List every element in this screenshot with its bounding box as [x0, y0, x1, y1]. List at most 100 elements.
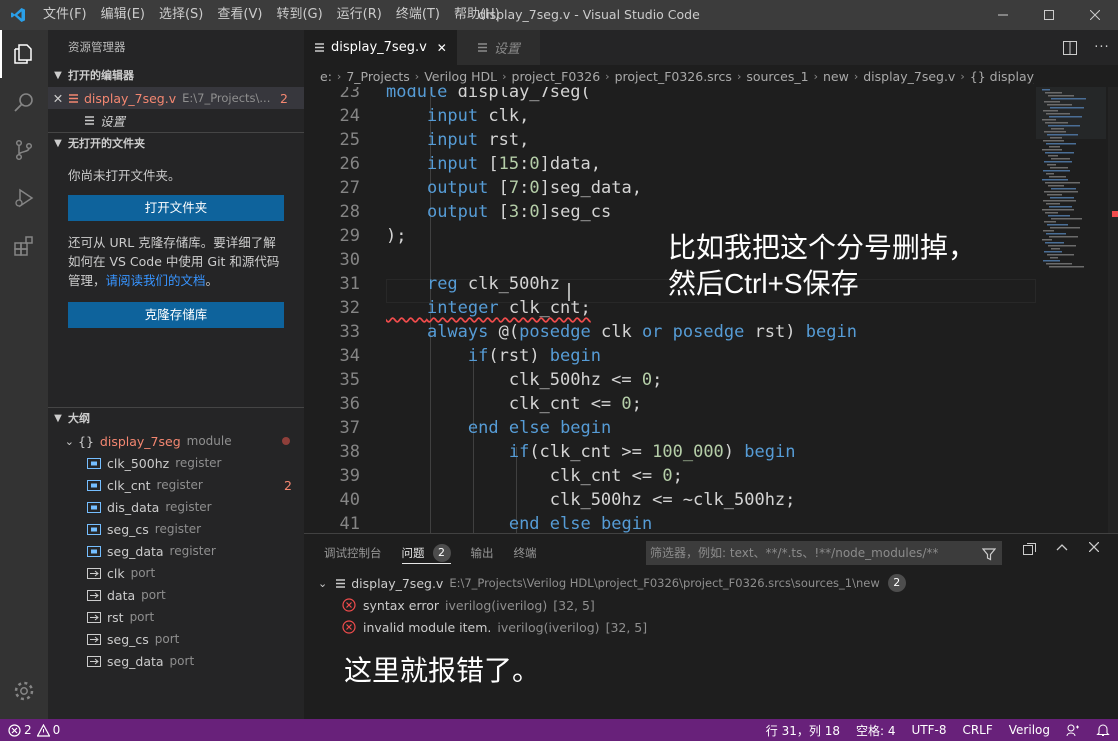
menu-item[interactable]: 帮助(H)	[447, 0, 507, 30]
outline-header[interactable]: ▼ 大纲	[48, 407, 304, 429]
minimize-icon[interactable]	[980, 0, 1026, 30]
explorer-icon[interactable]	[0, 30, 48, 78]
run-debug-icon[interactable]	[0, 174, 48, 222]
code-line[interactable]: 23 module display_7seg(	[304, 87, 1034, 104]
outline-item[interactable]: seg_cs port	[48, 628, 304, 650]
breadcrumb-item[interactable]: display_7seg.v	[863, 69, 955, 84]
manage-gear-icon[interactable]	[0, 667, 48, 715]
outline-item[interactable]: clk_cnt register 2	[48, 474, 304, 496]
menu-item[interactable]: 转到(G)	[269, 0, 329, 30]
code-line[interactable]: 36 clk_cnt <= 0;	[304, 392, 1034, 416]
open-editor-item[interactable]: 设置	[48, 109, 304, 131]
tab-debug-console[interactable]: 调试控制台	[324, 534, 382, 572]
code-line[interactable]: 37 end else begin	[304, 416, 1034, 440]
line-ending[interactable]: CRLF	[954, 719, 1000, 741]
breadcrumb-item[interactable]: {} display_7seg	[970, 69, 1034, 84]
problem-item[interactable]: invalid module item. iverilog(iverilog) [3…	[304, 616, 1118, 638]
source-control-icon[interactable]	[0, 126, 48, 174]
search-icon[interactable]	[0, 78, 48, 126]
minimap[interactable]	[1036, 87, 1116, 533]
code-line[interactable]: 28 output [3:0]seg_cs	[304, 200, 1034, 224]
menu-item[interactable]: 选择(S)	[152, 0, 210, 30]
breadcrumb-item[interactable]: sources_1	[746, 69, 808, 84]
file-lines-icon	[335, 578, 346, 589]
notifications-bell-icon[interactable]	[1088, 719, 1118, 741]
menu-item[interactable]: 编辑(E)	[94, 0, 152, 30]
outline-root[interactable]: ⌄ {} display_7seg module	[48, 430, 304, 452]
outline-item[interactable]: seg_data register	[48, 540, 304, 562]
breadcrumb-item[interactable]: project_F0326.srcs	[615, 69, 732, 84]
breadcrumb-item[interactable]: Verilog HDL	[424, 69, 497, 84]
line-number: 29	[339, 226, 360, 246]
maximize-panel-icon[interactable]	[1046, 542, 1078, 556]
menu-item[interactable]: 查看(V)	[210, 0, 269, 30]
code-line[interactable]: 41 end else begin	[304, 512, 1034, 533]
code-editor[interactable]: 23 module display_7seg(24 input clk, 25 in…	[304, 87, 1116, 533]
cursor-position[interactable]: 行 31，列 18	[758, 719, 848, 741]
read-docs-link[interactable]: 请阅读我们的文档	[106, 273, 206, 288]
breadcrumb-item[interactable]: e:	[320, 69, 332, 84]
problems-status[interactable]: 2 0	[0, 719, 68, 741]
collapse-all-icon[interactable]	[1014, 542, 1046, 556]
open-editor-error-count: 2	[280, 90, 288, 106]
menu-bar: 文件(F) 编辑(E) 选择(S) 查看(V) 转到(G) 运行(R) 终端(T) 帮助(H)	[36, 0, 507, 30]
open-folder-button[interactable]: 打开文件夹	[68, 195, 284, 221]
no-folder-header[interactable]: ▼ 无打开的文件夹	[48, 132, 304, 154]
chevron-down-icon: ▼	[54, 137, 62, 149]
code-line[interactable]: 33 always @(posedge clk or posedge rst) …	[304, 320, 1034, 344]
annotation-overlay: 比如我把这个分号删掉， 然后Ctrl+S保存	[668, 232, 977, 299]
outline-item[interactable]: data port	[48, 584, 304, 606]
indentation[interactable]: 空格: 4	[848, 719, 904, 741]
code-line[interactable]: 38 if(clk_cnt >= 100_000) begin	[304, 440, 1034, 464]
close-editor-icon[interactable]: ✕	[48, 91, 68, 106]
vertical-scrollbar[interactable]	[1108, 87, 1118, 533]
code-line[interactable]: 24 input clk,	[304, 104, 1034, 128]
code-line[interactable]: 25 input rst,	[304, 128, 1034, 152]
outline-item[interactable]: seg_data port	[48, 650, 304, 672]
language-mode[interactable]: Verilog	[1001, 719, 1058, 741]
menu-item[interactable]: 文件(F)	[36, 0, 94, 30]
breadcrumb-separator-icon: ›	[414, 69, 420, 83]
encoding[interactable]: UTF-8	[903, 719, 954, 741]
filter-icon[interactable]	[981, 545, 997, 569]
outline-item[interactable]: seg_cs register	[48, 518, 304, 540]
tab-settings[interactable]: 设置	[456, 30, 540, 65]
more-actions-icon[interactable]: ···	[1086, 40, 1118, 55]
chevron-down-icon: ⌄	[64, 434, 74, 448]
code-line[interactable]: 35 clk_500hz <= 0;	[304, 368, 1034, 392]
extensions-icon[interactable]	[0, 222, 48, 270]
tab-output[interactable]: 输出	[471, 534, 494, 572]
close-tab-icon[interactable]: ✕	[437, 41, 447, 55]
open-editors-header[interactable]: ▼ 打开的编辑器	[48, 65, 304, 87]
breadcrumb-item[interactable]: project_F0326	[512, 69, 601, 84]
code-text: module display_7seg(	[386, 87, 591, 102]
tab-problems[interactable]: 问题 2	[401, 534, 451, 572]
breadcrumb-item[interactable]: new	[823, 69, 849, 84]
code-line[interactable]: 39 clk_cnt <= 0;	[304, 464, 1034, 488]
problem-item[interactable]: syntax error iverilog(iverilog) [32, 5]	[304, 594, 1118, 616]
code-line[interactable]: 34 if(rst) begin	[304, 344, 1034, 368]
tab-display-7seg[interactable]: display_7seg.v ✕	[304, 30, 457, 65]
outline-item[interactable]: dis_data register	[48, 496, 304, 518]
code-line[interactable]: 26 input [15:0]data,	[304, 152, 1034, 176]
menu-item[interactable]: 终端(T)	[389, 0, 447, 30]
outline-item[interactable]: clk port	[48, 562, 304, 584]
open-editor-item[interactable]: ✕ display_7seg.v E:\7_Projects\... 2	[48, 87, 304, 109]
line-number: 31	[339, 274, 360, 294]
problems-filter-input[interactable]: 筛选器，例如: text、**/*.ts、!**/node_modules/**	[646, 541, 1002, 565]
code-line[interactable]: 27 output [7:0]seg_data,	[304, 176, 1034, 200]
outline-item[interactable]: clk_500hz register	[48, 452, 304, 474]
maximize-icon[interactable]	[1026, 0, 1072, 30]
feedback-icon[interactable]	[1058, 719, 1088, 741]
port-icon	[86, 567, 102, 579]
clone-repository-button[interactable]: 克隆存储库	[68, 302, 284, 328]
menu-item[interactable]: 运行(R)	[330, 0, 389, 30]
split-editor-icon[interactable]	[1054, 40, 1086, 55]
problems-file-row[interactable]: ⌄ display_7seg.v E:\7_Projects\Verilog H…	[304, 572, 1118, 594]
code-line[interactable]: 40 clk_500hz <= ~clk_500hz;	[304, 488, 1034, 512]
close-window-icon[interactable]	[1072, 0, 1118, 30]
outline-item[interactable]: rst port	[48, 606, 304, 628]
tab-terminal[interactable]: 终端	[514, 534, 537, 572]
close-panel-icon[interactable]	[1078, 542, 1110, 556]
breadcrumb-item[interactable]: 7_Projects	[346, 69, 409, 84]
